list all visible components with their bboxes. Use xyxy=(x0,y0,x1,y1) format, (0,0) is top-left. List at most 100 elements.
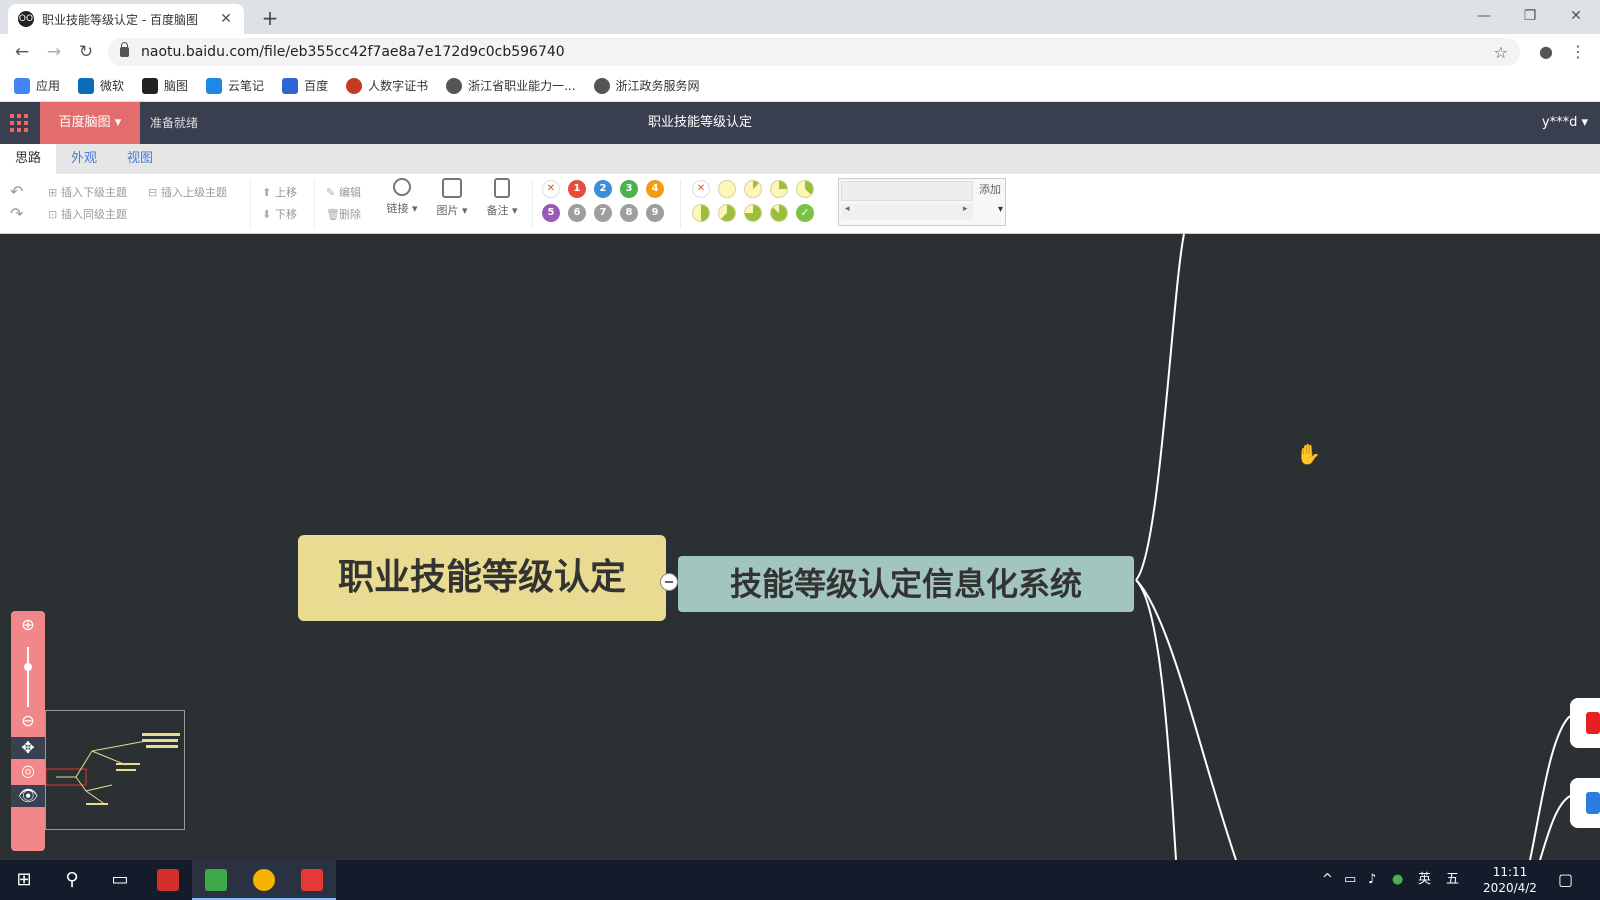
bookmark-apps[interactable]: 应用 xyxy=(14,77,60,94)
resource-dropdown-icon[interactable]: ▾ xyxy=(998,204,1003,215)
progress-5-icon[interactable] xyxy=(718,204,736,222)
root-topic[interactable]: 职业技能等级认定 xyxy=(298,535,666,621)
wechat-icon[interactable]: ● xyxy=(1392,860,1403,900)
bookmark-zhejiang-skills[interactable]: 浙江省职业能力一... xyxy=(446,77,576,94)
remove-priority-icon[interactable]: ✕ xyxy=(542,180,560,198)
priority-3[interactable]: 3 xyxy=(620,180,638,198)
link-button[interactable]: 链接 ▾ xyxy=(380,178,424,216)
priority-4[interactable]: 4 xyxy=(646,180,664,198)
progress-2-icon[interactable] xyxy=(770,180,788,198)
tab-close-icon[interactable]: ✕ xyxy=(218,11,234,27)
bookmark-yunbiji[interactable]: 云笔记 xyxy=(206,77,264,94)
minimap[interactable] xyxy=(45,710,185,830)
priority-2[interactable]: 2 xyxy=(594,180,612,198)
edit-button[interactable]: ✎ 编辑 xyxy=(326,184,361,200)
progress-4-icon[interactable] xyxy=(692,204,710,222)
move-up-button[interactable]: ⬆ 上移 xyxy=(262,184,297,200)
progress-done-icon[interactable]: ✓ xyxy=(796,204,814,222)
connector-line xyxy=(1529,715,1571,860)
zoom-out-icon[interactable]: ⊖ xyxy=(18,711,38,731)
image-button[interactable]: 图片 ▾ xyxy=(430,178,474,218)
priority-7[interactable]: 7 xyxy=(594,204,612,222)
minimize-button[interactable]: — xyxy=(1464,4,1504,28)
progress-1-icon[interactable] xyxy=(744,180,762,198)
insert-parent-button[interactable]: ⊟ 插入上级主题 xyxy=(148,184,227,200)
url-text[interactable]: naotu.baidu.com/file/eb355cc42f7ae8a7e17… xyxy=(141,44,1494,60)
undo-icon[interactable]: ↶ xyxy=(10,182,23,201)
progress-6-icon[interactable] xyxy=(744,204,762,222)
back-arrow-icon[interactable]: ← xyxy=(10,40,34,64)
priority-1[interactable]: 1 xyxy=(568,180,586,198)
network-icon[interactable]: ▭ xyxy=(1344,860,1356,900)
taskbar-app-camtasia[interactable] xyxy=(192,860,240,900)
profile-avatar-icon[interactable]: ● xyxy=(1534,40,1558,64)
collapse-toggle-icon[interactable] xyxy=(660,573,678,591)
insert-parent-icon: ⊟ xyxy=(148,186,158,199)
bookmark-naotu[interactable]: 脑图 xyxy=(142,77,188,94)
insert-child-button[interactable]: ⊞ 插入下级主题 xyxy=(48,184,127,200)
browser-menu-icon[interactable]: ⋮ xyxy=(1566,40,1590,64)
reload-icon[interactable]: ↻ xyxy=(74,40,98,64)
zoom-slider-track[interactable] xyxy=(27,647,29,707)
blue-app-icon xyxy=(1586,792,1600,814)
progress-3-icon[interactable] xyxy=(796,180,814,198)
resource-add-button[interactable]: 添加 xyxy=(979,181,1001,197)
zoom-in-icon[interactable]: ⊕ xyxy=(18,615,38,635)
bookmark-star-icon[interactable]: ☆ xyxy=(1494,43,1508,62)
mindmap-canvas[interactable]: 职业技能等级认定 技能等级认定信息化系统 ✋ xyxy=(0,234,1600,860)
scroll-left-icon[interactable]: ◂ xyxy=(845,204,850,214)
zoom-slider-handle[interactable] xyxy=(24,663,32,671)
progress-0-icon[interactable] xyxy=(718,180,736,198)
move-down-button[interactable]: ⬇ 下移 xyxy=(262,206,297,222)
notifications-icon[interactable]: ▢ xyxy=(1558,860,1573,900)
note-button[interactable]: 备注 ▾ xyxy=(480,178,524,218)
bookmark-baidu[interactable]: 百度 xyxy=(282,77,328,94)
progress-7-icon[interactable] xyxy=(770,204,788,222)
scroll-right-icon[interactable]: ▸ xyxy=(963,204,968,214)
document-title[interactable]: 职业技能等级认定 xyxy=(0,102,1400,144)
ime-language[interactable]: 英 xyxy=(1418,860,1431,900)
red-app-icon xyxy=(1586,712,1600,734)
browser-tab[interactable]: OO 职业技能等级认定 - 百度脑图 ✕ xyxy=(8,4,244,34)
remove-progress-icon[interactable]: ✕ xyxy=(692,180,710,198)
child-topic[interactable]: 技能等级认定信息化系统 xyxy=(678,556,1134,612)
priority-5[interactable]: 5 xyxy=(542,204,560,222)
bookmark-cert[interactable]: 人数字证书 xyxy=(346,77,428,94)
resource-scrollbar[interactable] xyxy=(841,204,973,220)
task-view-icon[interactable]: ▭ xyxy=(96,860,144,900)
hand-mode-button[interactable]: ✥ xyxy=(11,737,45,759)
taskbar-app-recorder[interactable] xyxy=(288,860,336,900)
tab-view[interactable]: 视图 xyxy=(112,144,168,174)
resource-input[interactable] xyxy=(841,181,973,201)
navigator-toggle-button[interactable]: 👁 xyxy=(11,785,45,807)
offscreen-topic-node[interactable] xyxy=(1570,698,1600,748)
tab-appearance[interactable]: 外观 xyxy=(56,144,112,174)
system-clock[interactable]: 11:11 2020/4/2 xyxy=(1470,864,1550,896)
insert-sibling-button[interactable]: ⊡ 插入同级主题 xyxy=(48,206,127,222)
priority-6[interactable]: 6 xyxy=(568,204,586,222)
windows-start-icon[interactable]: ⊞ xyxy=(0,860,48,900)
new-tab-button[interactable]: + xyxy=(258,6,282,30)
forward-arrow-icon[interactable]: → xyxy=(42,40,66,64)
taskbar-app-chrome[interactable] xyxy=(240,860,288,900)
url-omnibox[interactable]: naotu.baidu.com/file/eb355cc42f7ae8a7e17… xyxy=(108,38,1520,66)
locate-root-icon[interactable]: ◎ xyxy=(18,761,38,781)
priority-9[interactable]: 9 xyxy=(646,204,664,222)
volume-icon[interactable]: ♪ xyxy=(1368,860,1376,900)
restore-button[interactable]: ❐ xyxy=(1510,4,1550,28)
search-icon[interactable]: ⚲ xyxy=(48,860,96,900)
priority-8[interactable]: 8 xyxy=(620,204,638,222)
ime-mode[interactable]: 五 xyxy=(1446,860,1459,900)
bookmark-zhejiang-gov[interactable]: 浙江政务服务网 xyxy=(593,77,700,94)
tray-chevron-icon[interactable]: ^ xyxy=(1322,860,1333,900)
taskbar-app-pdf[interactable] xyxy=(144,860,192,900)
user-menu[interactable]: y***d ▾ xyxy=(1542,102,1588,144)
offscreen-topic-node[interactable] xyxy=(1570,778,1600,828)
window-close-button[interactable]: ✕ xyxy=(1556,4,1596,28)
redo-icon[interactable]: ↷ xyxy=(10,204,23,223)
tab-thinking[interactable]: 思路 xyxy=(0,144,57,174)
bookmark-weiruan[interactable]: 微软 xyxy=(78,77,124,94)
delete-button[interactable]: 🗑删除 xyxy=(326,206,361,222)
windows-taskbar: ⊞ ⚲ ▭ ^ ▭ ♪ ● 英 五 11:11 2020/4/2 ▢ xyxy=(0,860,1600,900)
eye-icon: 👁 xyxy=(18,786,39,805)
